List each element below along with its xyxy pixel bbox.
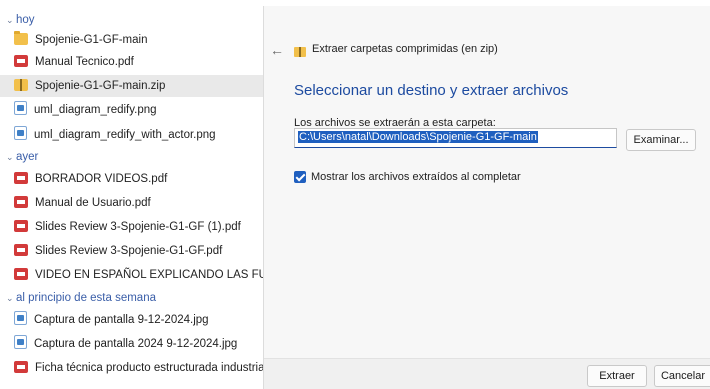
zip-folder-icon: [294, 47, 306, 57]
dialog-footer: Extraer Cancelar: [264, 358, 710, 389]
pdf-icon: [14, 220, 28, 232]
list-item[interactable]: Slides Review 3-Spojenie-G1-GF.pdf: [14, 240, 266, 262]
pdf-icon: [14, 244, 28, 256]
list-item-selected[interactable]: Spojenie-G1-GF-main.zip: [0, 75, 266, 97]
chevron-down-icon: ⌄: [6, 152, 14, 162]
image-icon: [14, 311, 27, 325]
show-files-label[interactable]: Mostrar los archivos extraídos al comple…: [311, 171, 521, 183]
pdf-icon: [14, 361, 28, 373]
list-item[interactable]: Ficha técnica producto estructurada indu…: [14, 357, 266, 379]
image-icon: [14, 126, 27, 140]
list-item[interactable]: Slides Review 3-Spojenie-G1-GF (1).pdf: [14, 216, 266, 238]
destination-path-value: C:\Users\natal\Downloads\Spojenie-G1-GF-…: [298, 131, 538, 143]
list-item[interactable]: Manual de Usuario.pdf: [14, 192, 266, 214]
list-item[interactable]: uml_diagram_redify_with_actor.png: [14, 124, 266, 146]
back-arrow-icon[interactable]: ←: [270, 42, 284, 58]
destination-path-input[interactable]: C:\Users\natal\Downloads\Spojenie-G1-GF-…: [294, 128, 617, 148]
group-header-yesterday[interactable]: ⌄ ayer: [6, 149, 38, 165]
list-item[interactable]: VIDEO EN ESPAÑOL EXPLICANDO LAS FUNCIONA…: [14, 264, 266, 286]
zip-folder-icon: [14, 79, 28, 91]
list-item[interactable]: Spojenie-G1-GF-main: [14, 29, 266, 51]
list-item[interactable]: Captura de pantalla 2024 9-12-2024.jpg: [14, 333, 266, 355]
pdf-icon: [14, 268, 28, 280]
pdf-icon: [14, 55, 28, 67]
image-icon: [14, 335, 27, 349]
list-item[interactable]: Captura de pantalla 9-12-2024.jpg: [14, 309, 266, 331]
dialog-title: Extraer carpetas comprimidas (en zip): [312, 43, 498, 55]
image-icon: [14, 101, 27, 115]
browse-button[interactable]: Examinar...: [626, 129, 696, 151]
group-header-this-week[interactable]: ⌄ al principio de esta semana: [6, 290, 156, 306]
dialog-heading: Seleccionar un destino y extraer archivo…: [294, 82, 569, 99]
group-header-today[interactable]: ⌄ hoy: [6, 12, 35, 28]
list-item[interactable]: BORRADOR VIDEOS.pdf: [14, 168, 266, 190]
pdf-icon: [14, 172, 28, 184]
chevron-down-icon: ⌄: [6, 293, 14, 303]
cancel-button[interactable]: Cancelar: [654, 365, 710, 387]
list-item[interactable]: Manual Tecnico.pdf: [14, 51, 266, 73]
folder-icon: [14, 31, 28, 45]
chevron-down-icon: ⌄: [6, 15, 14, 25]
pdf-icon: [14, 196, 28, 208]
file-explorer-list: ⌄ hoy Spojenie-G1-GF-main Manual Tecnico.…: [0, 0, 266, 389]
list-item[interactable]: uml_diagram_redify.png: [14, 99, 266, 121]
show-files-checkbox[interactable]: [294, 171, 306, 183]
extract-button[interactable]: Extraer: [587, 365, 647, 387]
extract-dialog: ← Extraer carpetas comprimidas (en zip) …: [263, 6, 710, 389]
